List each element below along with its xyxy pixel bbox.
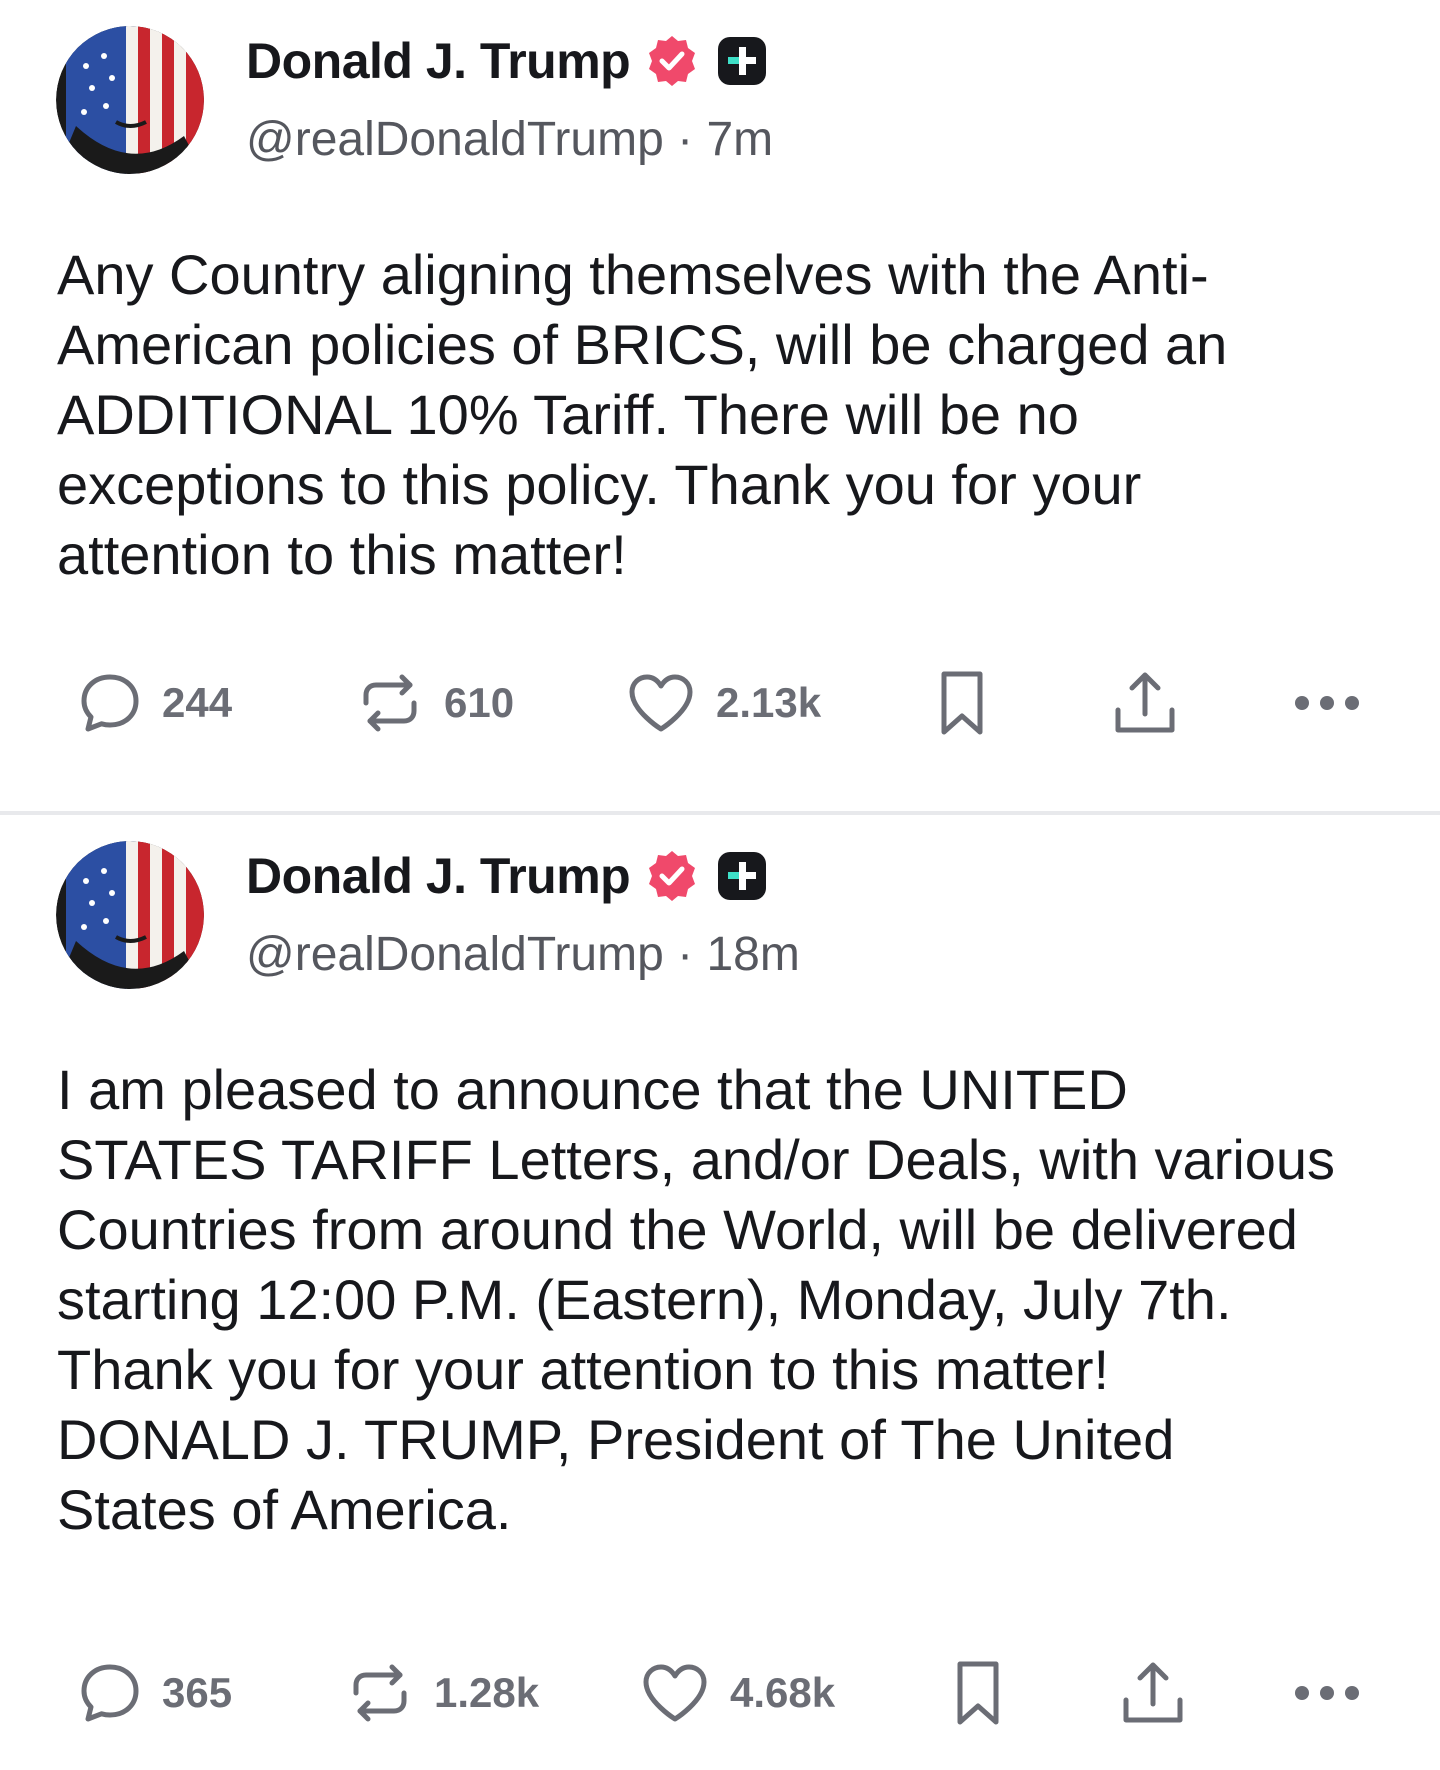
post[interactable]: Donald J. Trump @realDonaldTrump · 18m I… xyxy=(0,815,1440,1770)
action-bar: 244 610 2.13k xyxy=(0,658,1440,748)
post[interactable]: Donald J. Trump @realDonaldTrump · 7m An… xyxy=(0,0,1440,812)
action-bar: 365 1.28k 4.68k xyxy=(0,1648,1440,1738)
like-count: 4.68k xyxy=(730,1669,836,1716)
more-icon xyxy=(1295,696,1359,710)
post-time[interactable]: 18m xyxy=(706,928,799,981)
bookmark-icon xyxy=(957,1661,999,1725)
author-name[interactable]: Donald J. Trump xyxy=(246,32,631,90)
reply-button[interactable]: 365 xyxy=(78,1648,232,1738)
like-button[interactable]: 2.13k xyxy=(626,658,821,748)
reply-button[interactable]: 244 xyxy=(78,658,232,748)
repost-button[interactable]: 610 xyxy=(356,658,514,748)
author-name[interactable]: Donald J. Trump xyxy=(246,847,631,905)
reply-icon xyxy=(81,1664,139,1722)
handle-and-time: @realDonaldTrump · 18m xyxy=(246,927,800,982)
post-time[interactable]: 7m xyxy=(706,113,773,166)
handle[interactable]: @realDonaldTrump xyxy=(246,113,664,166)
more-options-button[interactable] xyxy=(1292,1648,1362,1738)
share-icon xyxy=(1115,672,1175,733)
separator: · xyxy=(677,113,694,166)
reply-count: 244 xyxy=(162,679,233,726)
handle-and-time: @realDonaldTrump · 7m xyxy=(246,112,773,167)
handle[interactable]: @realDonaldTrump xyxy=(246,928,664,981)
post-text: Any Country aligning themselves with the… xyxy=(57,243,1228,586)
separator: · xyxy=(677,928,694,981)
verified-icon xyxy=(644,33,700,89)
reply-count: 365 xyxy=(162,1669,233,1716)
more-options-button[interactable] xyxy=(1292,658,1362,748)
heart-icon xyxy=(629,674,693,732)
avatar[interactable] xyxy=(56,26,204,174)
repost-count: 1.28k xyxy=(434,1669,540,1716)
repost-icon xyxy=(363,674,417,732)
reply-icon xyxy=(81,674,139,732)
share-icon xyxy=(1123,1662,1183,1723)
like-count: 2.13k xyxy=(716,679,822,726)
heart-icon xyxy=(643,1664,707,1722)
share-button[interactable] xyxy=(1118,1648,1188,1738)
bookmark-button[interactable] xyxy=(950,1648,1006,1738)
avatar[interactable] xyxy=(56,841,204,989)
like-button[interactable]: 4.68k xyxy=(640,1648,835,1738)
bookmark-button[interactable] xyxy=(934,658,990,748)
repost-button[interactable]: 1.28k xyxy=(346,1648,539,1738)
bookmark-icon xyxy=(941,671,983,735)
share-button[interactable] xyxy=(1110,658,1180,748)
post-text: I am pleased to announce that the UNITED… xyxy=(57,1058,1336,1541)
more-icon xyxy=(1295,1686,1359,1700)
repost-count: 610 xyxy=(444,679,515,726)
plus-icon xyxy=(714,848,770,904)
verified-icon xyxy=(644,848,700,904)
plus-icon xyxy=(714,33,770,89)
repost-icon xyxy=(353,1664,407,1722)
